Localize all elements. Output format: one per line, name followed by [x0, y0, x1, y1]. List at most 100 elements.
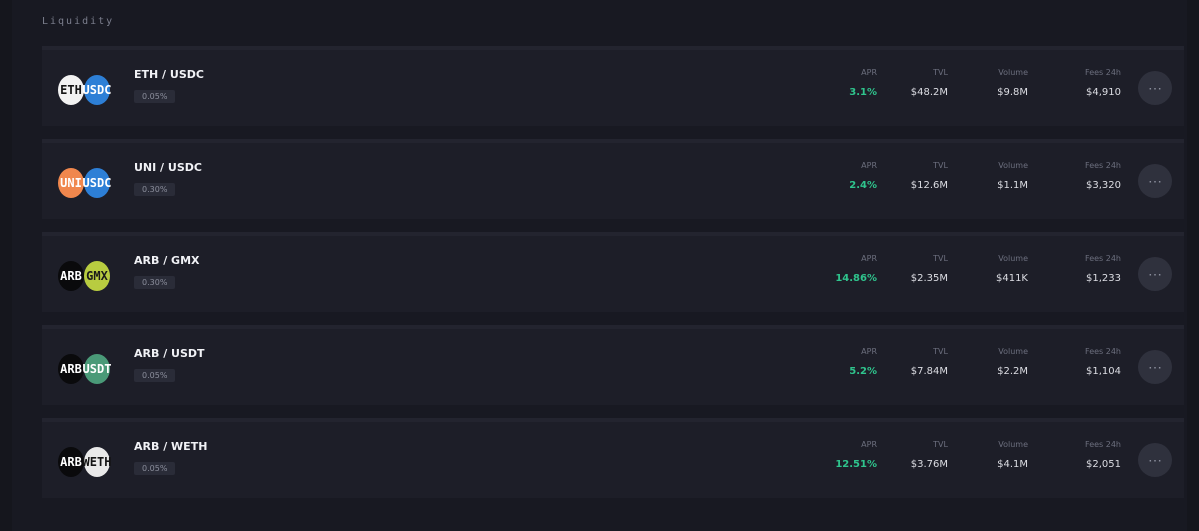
fee-tier-badge: 0.05%	[134, 369, 176, 382]
more-icon[interactable]: ⋯	[1138, 350, 1172, 384]
tvl-label: TVL	[933, 254, 948, 263]
pool-name: ARB / USDT	[134, 347, 205, 360]
fees-label: Fees 24h	[1085, 161, 1121, 170]
volume-value: $4.1M	[997, 459, 1028, 470]
apr-value: 5.2%	[849, 366, 877, 377]
volume-value: $9.8M	[997, 87, 1028, 98]
volume-value: $1.1M	[997, 180, 1028, 191]
uni-icon: UNI	[58, 168, 84, 198]
pool-row-1[interactable]: ETH USDC ETH / USDC 0.05% APR 3.1% TVL $…	[42, 46, 1184, 126]
tvl-label: TVL	[933, 440, 948, 449]
fees-value: $2,051	[1086, 459, 1121, 470]
volume-label: Volume	[998, 68, 1028, 77]
apr-value: 2.4%	[849, 180, 877, 191]
volume-label: Volume	[998, 254, 1028, 263]
arb-icon: ARB	[58, 261, 84, 291]
fees-stat: Fees 24h $3,320	[1085, 161, 1121, 191]
apr-label: APR	[861, 68, 877, 77]
fees-value: $4,910	[1086, 87, 1121, 98]
tvl-label: TVL	[933, 68, 948, 77]
volume-stat: Volume $411K	[996, 254, 1028, 284]
weth-icon: WETH	[83, 447, 111, 477]
apr-value: 12.51%	[835, 459, 877, 470]
tvl-value: $2.35M	[910, 273, 948, 284]
gmx-icon: GMX	[84, 261, 110, 291]
fees-stat: Fees 24h $1,104	[1085, 347, 1121, 377]
more-icon[interactable]: ⋯	[1138, 443, 1172, 477]
pools-panel: Liquidity ETH USDC ETH / USDC 0.05% APR …	[12, 0, 1187, 531]
tvl-stat: TVL $2.35M	[911, 254, 948, 284]
arb-icon: ARB	[58, 354, 84, 384]
volume-value: $2.2M	[997, 366, 1028, 377]
fees-stat: Fees 24h $2,051	[1085, 440, 1121, 470]
volume-label: Volume	[998, 347, 1028, 356]
volume-stat: Volume $9.8M	[997, 68, 1028, 98]
tvl-stat: TVL $48.2M	[911, 68, 948, 98]
token-pair-icons: ARB WETH	[58, 447, 114, 479]
fees-label: Fees 24h	[1085, 68, 1121, 77]
fee-tier-badge: 0.05%	[134, 90, 176, 103]
eth-icon: ETH	[58, 75, 84, 105]
tvl-value: $48.2M	[910, 87, 948, 98]
volume-value: $411K	[995, 273, 1028, 284]
fees-stat: Fees 24h $4,910	[1085, 68, 1121, 98]
volume-stat: Volume $2.2M	[997, 347, 1028, 377]
token-pair-icons: ETH USDC	[58, 75, 114, 107]
tvl-label: TVL	[933, 347, 948, 356]
more-icon[interactable]: ⋯	[1138, 257, 1172, 291]
pool-name-block: ARB / WETH 0.05%	[134, 440, 207, 475]
fees-label: Fees 24h	[1085, 347, 1121, 356]
fees-value: $1,233	[1086, 273, 1121, 284]
pool-name: UNI / USDC	[134, 161, 202, 174]
apr-label: APR	[861, 347, 877, 356]
fee-tier-badge: 0.05%	[134, 462, 176, 475]
apr-stat: APR 12.51%	[835, 440, 877, 470]
fees-value: $3,320	[1086, 180, 1121, 191]
tvl-stat: TVL $3.76M	[911, 440, 948, 470]
token-pair-icons: UNI USDC	[58, 168, 114, 200]
tvl-label: TVL	[933, 161, 948, 170]
fee-tier-badge: 0.30%	[134, 183, 176, 196]
tvl-value: $3.76M	[910, 459, 948, 470]
apr-value: 3.1%	[849, 87, 877, 98]
apr-stat: APR 5.2%	[849, 347, 877, 377]
pool-name: ARB / GMX	[134, 254, 200, 267]
apr-label: APR	[861, 440, 877, 449]
fee-tier-badge: 0.30%	[134, 276, 176, 289]
usdc-icon: USDC	[83, 75, 111, 105]
pool-row-3[interactable]: ARB GMX ARB / GMX 0.30% APR 14.86% TVL $…	[42, 232, 1184, 312]
pool-name: ETH / USDC	[134, 68, 204, 81]
tvl-value: $7.84M	[910, 366, 948, 377]
more-icon[interactable]: ⋯	[1138, 71, 1172, 105]
pool-name-block: ARB / USDT 0.05%	[134, 347, 205, 382]
pool-name: ARB / WETH	[134, 440, 208, 453]
usdt-icon: USDT	[83, 354, 111, 384]
pool-list: ETH USDC ETH / USDC 0.05% APR 3.1% TVL $…	[42, 46, 1184, 511]
fees-value: $1,104	[1086, 366, 1121, 377]
pool-name-block: ETH / USDC 0.05%	[134, 68, 204, 103]
pool-name-block: UNI / USDC 0.30%	[134, 161, 202, 196]
apr-stat: APR 14.86%	[835, 254, 877, 284]
apr-label: APR	[861, 254, 877, 263]
arb-icon: ARB	[58, 447, 84, 477]
more-icon[interactable]: ⋯	[1138, 164, 1172, 198]
apr-stat: APR 3.1%	[849, 68, 877, 98]
fees-label: Fees 24h	[1085, 440, 1121, 449]
volume-stat: Volume $4.1M	[997, 440, 1028, 470]
apr-value: 14.86%	[835, 273, 877, 284]
pool-row-5[interactable]: ARB WETH ARB / WETH 0.05% APR 12.51% TVL…	[42, 418, 1184, 498]
usdc-icon: USDC	[83, 168, 111, 198]
tvl-stat: TVL $12.6M	[911, 161, 948, 191]
tvl-stat: TVL $7.84M	[911, 347, 948, 377]
volume-label: Volume	[998, 440, 1028, 449]
pool-row-4[interactable]: ARB USDT ARB / USDT 0.05% APR 5.2% TVL $…	[42, 325, 1184, 405]
token-pair-icons: ARB USDT	[58, 354, 114, 386]
apr-stat: APR 2.4%	[849, 161, 877, 191]
pool-row-2[interactable]: UNI USDC UNI / USDC 0.30% APR 2.4% TVL $…	[42, 139, 1184, 219]
pool-name-block: ARB / GMX 0.30%	[134, 254, 200, 289]
fees-stat: Fees 24h $1,233	[1085, 254, 1121, 284]
tvl-value: $12.6M	[910, 180, 948, 191]
section-title: Liquidity	[42, 16, 115, 27]
apr-label: APR	[861, 161, 877, 170]
volume-stat: Volume $1.1M	[997, 161, 1028, 191]
